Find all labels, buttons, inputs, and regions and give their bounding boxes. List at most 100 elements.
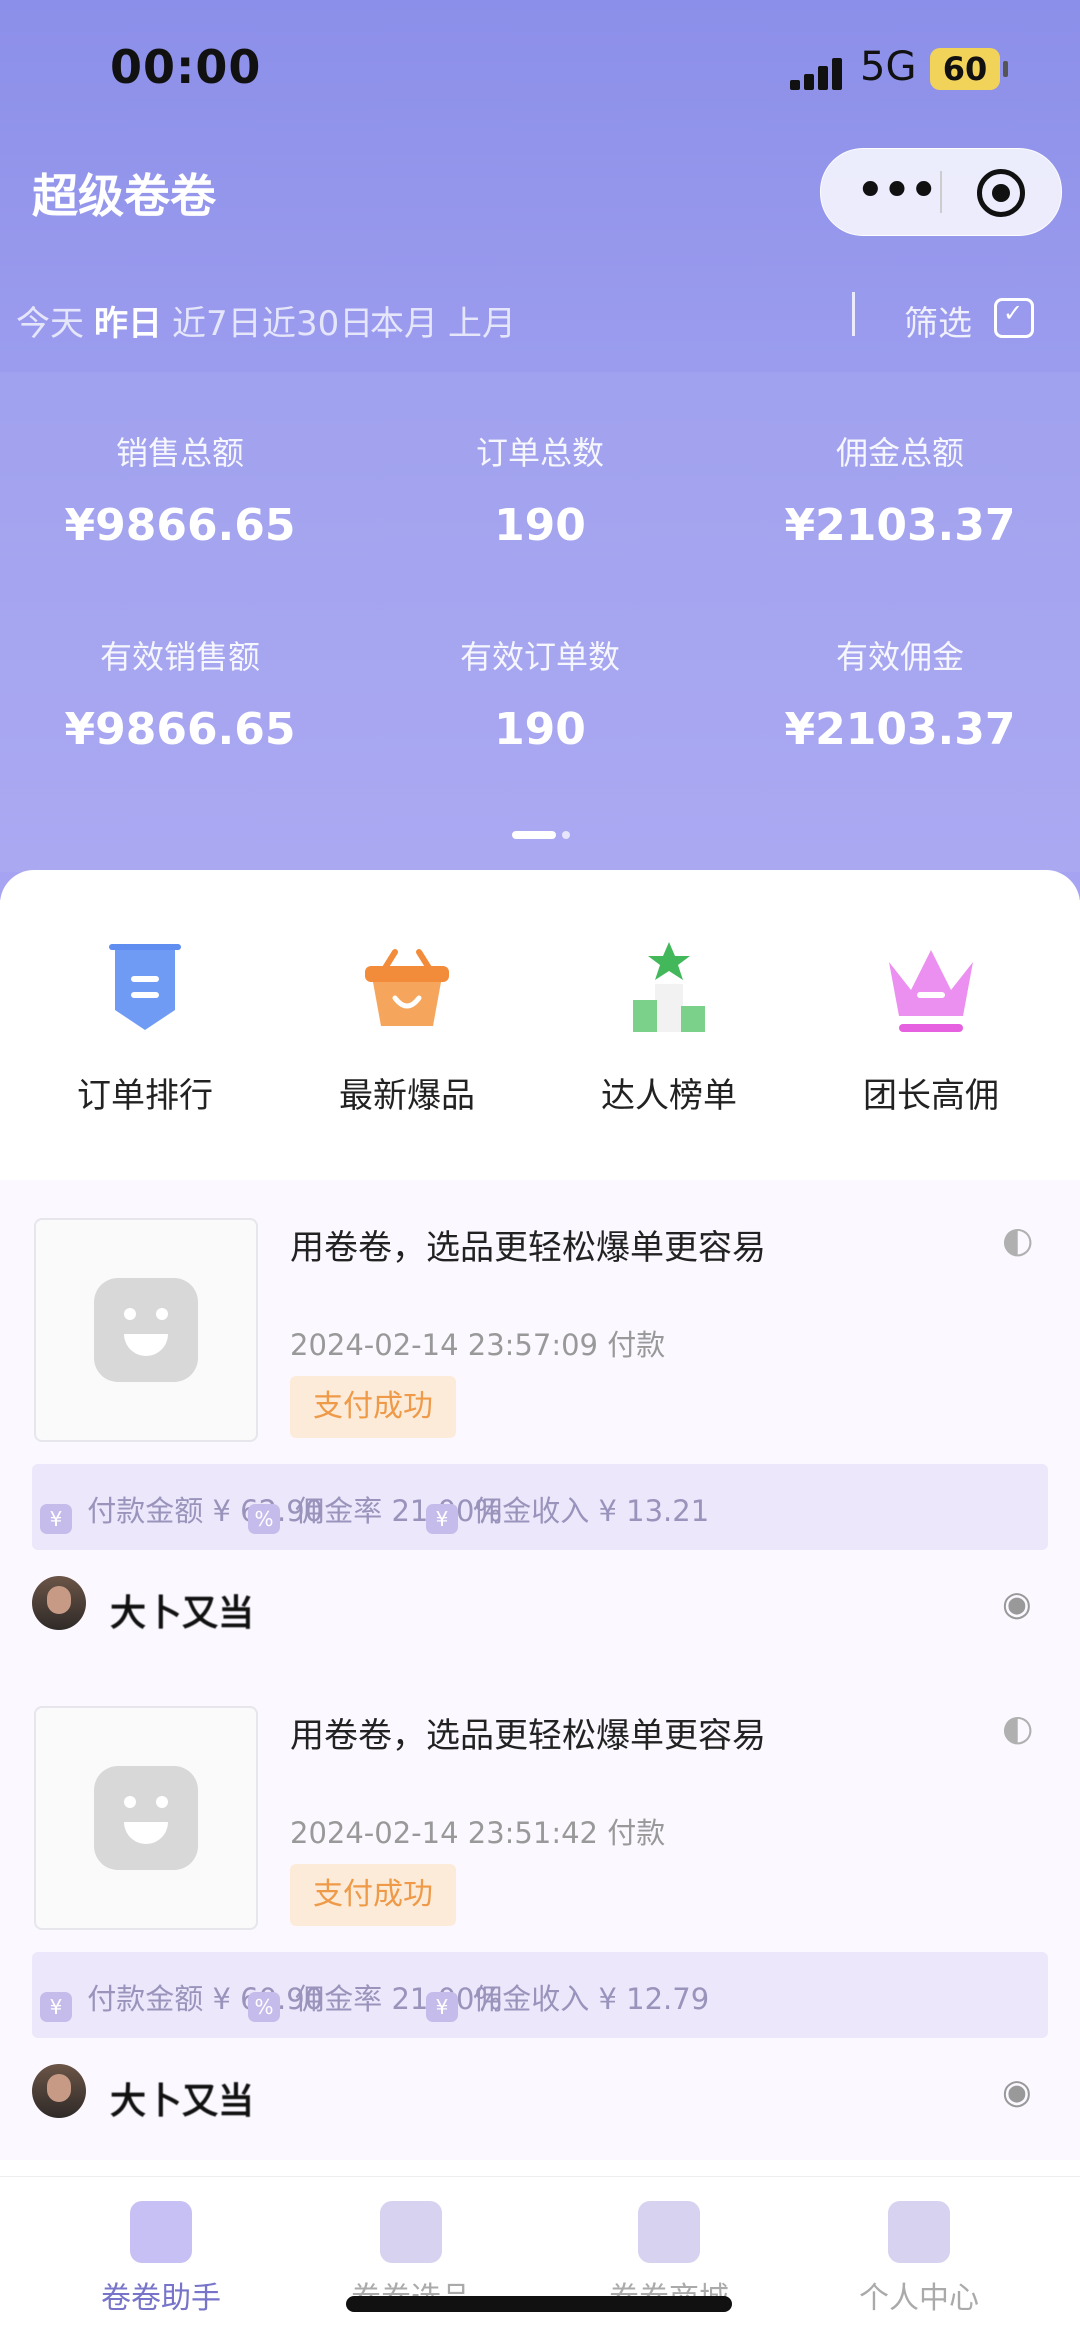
stats-panel: 销售总额 ¥9866.65 订单总数 190 佣金总额 ¥2103.37 有效销… — [0, 372, 1080, 872]
status-badge: 支付成功 — [290, 1864, 456, 1926]
avatar — [32, 2064, 86, 2118]
metric-income: ¥ 佣金收入 ¥ 13.21 — [426, 1488, 709, 1534]
avatar — [32, 1576, 86, 1630]
menu-label: 达人榜单 — [601, 1076, 737, 1116]
product-thumbnail — [34, 1218, 258, 1442]
stat-label: 有效销售额 — [99, 638, 260, 676]
date-range-tabs: 今天 昨日 近7日 近30日 本月 上月 筛选 — [0, 280, 1080, 370]
nickname: 大卜又当 — [110, 1593, 255, 1634]
user-icon — [888, 2201, 950, 2263]
tab-label: 卷卷助手 — [101, 2281, 221, 2316]
menu-leader-commission[interactable]: 团长高佣 — [800, 940, 1062, 1117]
stat-total-commission: 佣金总额 ¥2103.37 — [720, 428, 1080, 551]
order-time: 2024-02-14 23:51:42 付款 — [290, 1816, 666, 1850]
miniprogram-capsule: ••• — [820, 148, 1062, 236]
crown-icon — [881, 940, 981, 1040]
stat-value: 190 — [494, 500, 586, 551]
gift-icon — [380, 2201, 442, 2263]
menu-hot-products[interactable]: 最新爆品 — [276, 940, 538, 1117]
ribbon-list-icon — [95, 940, 195, 1040]
tab-this-month[interactable]: 本月 — [370, 296, 438, 345]
product-thumbnail — [34, 1706, 258, 1930]
tab-assistant[interactable]: 卷卷助手 — [26, 2201, 296, 2317]
order-metrics: ¥ 付款金额 ¥ 60.90 % 佣金率 21.00% ¥ 佣金收入 ¥ 12.… — [32, 1952, 1048, 2038]
eye-off-icon[interactable]: ◐ — [1002, 1708, 1033, 1749]
carousel-indicator — [512, 824, 576, 843]
stat-valid-commission: 有效佣金 ¥2103.37 — [720, 632, 1080, 755]
stat-label: 有效佣金 — [835, 638, 964, 676]
filter-button[interactable]: 筛选 — [904, 296, 972, 345]
basket-icon — [357, 940, 457, 1040]
order-title: 用卷卷，选品更轻松爆单更容易 — [290, 1228, 766, 1268]
home-indicator[interactable] — [346, 2296, 732, 2312]
podium-star-icon — [619, 940, 719, 1040]
tab-7-days[interactable]: 近7日 — [172, 296, 262, 345]
menu-order-ranking[interactable]: 订单排行 — [14, 940, 276, 1117]
store-icon — [638, 2201, 700, 2263]
filter-icon[interactable] — [994, 298, 1034, 338]
menu-label: 团长高佣 — [863, 1076, 999, 1116]
status-bar: 00:00 5G 60 — [0, 0, 1080, 140]
signal-icon — [790, 58, 844, 90]
more-icon[interactable]: ••• — [855, 161, 939, 221]
menu-label: 订单排行 — [77, 1076, 213, 1116]
metric-value: ¥ 13.21 — [598, 1494, 710, 1528]
placeholder-face-icon — [94, 1278, 198, 1382]
percent-icon: % — [248, 1504, 280, 1534]
bookmark-icon — [130, 2201, 192, 2263]
order-card[interactable]: 用卷卷，选品更轻松爆单更容易 ◐ 2024-02-14 23:57:09 付款 … — [0, 1180, 1080, 1660]
order-list: 用卷卷，选品更轻松爆单更容易 ◐ 2024-02-14 23:57:09 付款 … — [0, 1180, 1080, 2160]
stat-label: 销售总额 — [115, 434, 244, 472]
metric-label: 佣金率 — [295, 1982, 383, 2016]
menu-influencer-ranking[interactable]: 达人榜单 — [538, 940, 800, 1117]
metric-label: 佣金收入 — [473, 1494, 590, 1528]
close-target-icon[interactable] — [977, 169, 1025, 217]
nickname: 大卜又当 — [110, 2081, 255, 2122]
percent-icon: % — [248, 1992, 280, 2022]
order-title: 用卷卷，选品更轻松爆单更容易 — [290, 1716, 766, 1756]
placeholder-face-icon — [94, 1766, 198, 1870]
wallet-icon: ¥ — [426, 1992, 458, 2022]
divider — [852, 292, 855, 336]
menu-label: 最新爆品 — [339, 1076, 475, 1116]
stat-total-sales: 销售总额 ¥9866.65 — [0, 428, 360, 551]
metric-label: 付款金额 — [87, 1494, 204, 1528]
stat-value: ¥9866.65 — [64, 500, 296, 551]
order-metrics: ¥ 付款金额 ¥ 62.90 % 佣金率 21.00% ¥ 佣金收入 ¥ 13.… — [32, 1464, 1048, 1550]
bottom-tab-bar: 卷卷助手 卷卷选品 卷卷商城 个人中心 — [0, 2176, 1080, 2337]
stat-value: ¥9866.65 — [64, 704, 296, 755]
capsule-divider — [940, 171, 942, 213]
app-title: 超级卷卷 — [32, 169, 216, 223]
tab-profile[interactable]: 个人中心 — [784, 2201, 1054, 2317]
tab-label: 个人中心 — [859, 2281, 979, 2316]
tab-today[interactable]: 今天 — [16, 296, 84, 345]
stat-label: 有效订单数 — [459, 638, 620, 676]
stat-value: ¥2103.37 — [784, 500, 1016, 551]
tab-last-month[interactable]: 上月 — [448, 296, 516, 345]
wallet-icon: ¥ — [40, 1992, 72, 2022]
battery-icon: 60 — [930, 48, 1008, 90]
stat-value: ¥2103.37 — [784, 704, 1016, 755]
eye-icon[interactable]: ◉ — [1002, 2072, 1032, 2112]
stat-valid-orders: 有效订单数 190 — [360, 632, 720, 755]
network-type: 5G — [860, 44, 917, 90]
tab-yesterday[interactable]: 昨日 — [94, 296, 162, 345]
wallet-icon: ¥ — [426, 1504, 458, 1534]
stat-total-orders: 订单总数 190 — [360, 428, 720, 551]
tab-30-days[interactable]: 近30日 — [262, 296, 373, 345]
status-badge: 支付成功 — [290, 1376, 456, 1438]
order-card[interactable]: 用卷卷，选品更轻松爆单更容易 ◐ 2024-02-14 23:51:42 付款 … — [0, 1668, 1080, 2148]
metric-value: ¥ 12.79 — [598, 1982, 710, 2016]
eye-off-icon[interactable]: ◐ — [1002, 1220, 1033, 1261]
status-time: 00:00 — [110, 40, 262, 94]
metric-label: 佣金收入 — [473, 1982, 590, 2016]
stat-value: 190 — [494, 704, 586, 755]
stat-label: 佣金总额 — [835, 434, 964, 472]
stat-label: 订单总数 — [475, 434, 604, 472]
stat-valid-sales: 有效销售额 ¥9866.65 — [0, 632, 360, 755]
feature-menu: 订单排行 最新爆品 达人榜单 团长高佣 — [0, 940, 1080, 1140]
metric-label: 付款金额 — [87, 1982, 204, 2016]
order-time: 2024-02-14 23:57:09 付款 — [290, 1328, 666, 1362]
eye-icon[interactable]: ◉ — [1002, 1584, 1032, 1624]
metric-income: ¥ 佣金收入 ¥ 12.79 — [426, 1976, 709, 2022]
